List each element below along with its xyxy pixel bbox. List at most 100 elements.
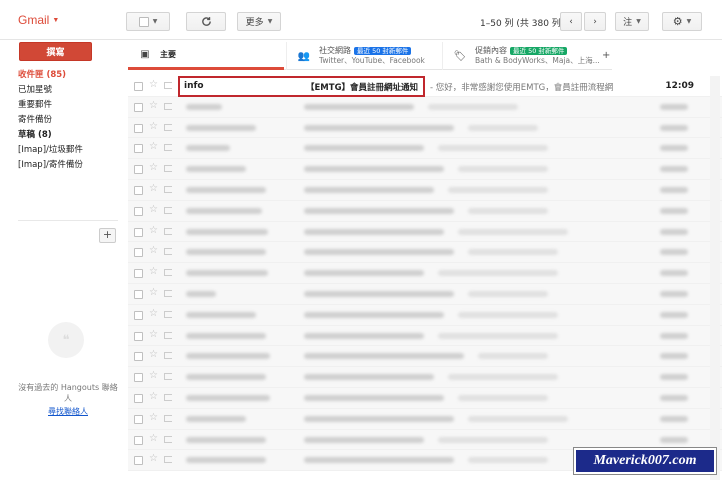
- email-checkbox[interactable]: [134, 165, 143, 175]
- star-icon[interactable]: ☆: [149, 204, 158, 215]
- star-icon[interactable]: ☆: [149, 391, 158, 402]
- compose-button[interactable]: 撰寫: [19, 42, 92, 61]
- blurred-sender: [186, 374, 266, 381]
- tab-promotions[interactable]: 🏷 促銷內容 最近 50 封新郵件 Bath & BodyWorks、Maja、上…: [442, 42, 602, 70]
- important-marker-icon[interactable]: [164, 102, 172, 110]
- email-checkbox[interactable]: [134, 185, 143, 195]
- star-icon[interactable]: ☆: [149, 162, 158, 173]
- newer-button[interactable]: ‹: [560, 12, 582, 31]
- email-row[interactable]: ☆: [128, 242, 722, 264]
- email-row[interactable]: ☆: [128, 367, 722, 388]
- star-icon[interactable]: ☆: [149, 100, 158, 111]
- star-icon[interactable]: ☆: [149, 141, 158, 152]
- add-hangout-button[interactable]: +: [99, 228, 116, 243]
- important-marker-icon[interactable]: [164, 414, 172, 422]
- important-marker-icon[interactable]: [164, 185, 172, 193]
- email-row[interactable]: ☆: [128, 283, 722, 305]
- email-checkbox[interactable]: [134, 373, 143, 383]
- email-checkbox[interactable]: [134, 123, 143, 133]
- email-checkbox[interactable]: [134, 456, 143, 466]
- email-row[interactable]: ☆: [128, 159, 722, 180]
- email-row[interactable]: ☆: [128, 325, 722, 347]
- star-icon[interactable]: ☆: [149, 183, 158, 194]
- find-contacts-link[interactable]: 尋找聯絡人: [18, 406, 118, 417]
- important-marker-icon[interactable]: [164, 310, 172, 318]
- important-marker-icon[interactable]: [164, 352, 172, 360]
- star-icon[interactable]: ☆: [149, 287, 158, 298]
- email-checkbox[interactable]: [134, 206, 143, 216]
- blurred-time: [660, 290, 688, 297]
- older-button[interactable]: ›: [584, 12, 606, 31]
- nav-starred[interactable]: 已加星號: [18, 83, 118, 98]
- star-icon[interactable]: ☆: [149, 266, 158, 277]
- tab-social[interactable]: 👥 社交網路 最近 50 封新郵件 Twitter、YouTube、Faceboo…: [286, 42, 440, 70]
- nav-important[interactable]: 重要郵件: [18, 98, 118, 113]
- email-row[interactable]: ☆: [128, 200, 722, 222]
- email-row[interactable]: ☆: [128, 387, 722, 409]
- email-row[interactable]: ☆: [128, 179, 722, 201]
- email-row[interactable]: ☆: [128, 304, 722, 326]
- important-marker-icon[interactable]: [164, 165, 172, 173]
- star-icon[interactable]: ☆: [149, 245, 158, 256]
- important-marker-icon[interactable]: [164, 144, 172, 152]
- input-tools-button[interactable]: 注 ▼: [615, 12, 649, 31]
- star-icon[interactable]: ☆: [149, 225, 158, 236]
- important-marker-icon[interactable]: [164, 206, 172, 214]
- nav-drafts[interactable]: 草稿 (8): [18, 128, 118, 143]
- important-marker-icon[interactable]: [164, 227, 172, 235]
- important-marker-icon[interactable]: [164, 393, 172, 401]
- email-row[interactable]: ☆: [128, 96, 722, 118]
- email-row[interactable]: ☆: [128, 221, 722, 243]
- nav-imap-sent[interactable]: [Imap]/寄件備份: [18, 158, 118, 173]
- email-checkbox[interactable]: [134, 102, 143, 112]
- input-tools-label: 注: [623, 18, 633, 28]
- gmail-menu[interactable]: Gmail ▼: [18, 13, 59, 27]
- email-checkbox[interactable]: [134, 435, 143, 445]
- settings-button[interactable]: ⚙ ▼: [662, 12, 702, 31]
- more-button[interactable]: 更多 ▼: [237, 12, 281, 31]
- add-tab-button[interactable]: +: [602, 50, 610, 61]
- select-all-button[interactable]: ▼: [126, 12, 170, 31]
- important-marker-icon[interactable]: [164, 269, 172, 277]
- nav-imap-spam[interactable]: [Imap]/垃圾郵件: [18, 143, 118, 158]
- blurred-snippet: [438, 436, 548, 443]
- email-checkbox[interactable]: [134, 144, 143, 154]
- refresh-button[interactable]: [186, 12, 226, 31]
- email-checkbox[interactable]: [134, 352, 143, 362]
- important-marker-icon[interactable]: [164, 123, 172, 131]
- nav-sent[interactable]: 寄件備份: [18, 113, 118, 128]
- email-row[interactable]: ☆: [128, 138, 722, 160]
- important-marker-icon[interactable]: [164, 248, 172, 256]
- important-marker-icon[interactable]: [164, 456, 172, 464]
- email-checkbox[interactable]: [134, 393, 143, 403]
- email-checkbox[interactable]: [134, 82, 143, 91]
- nav-inbox[interactable]: 收件匣 (85): [18, 68, 118, 83]
- star-icon[interactable]: ☆: [149, 79, 158, 90]
- tab-primary[interactable]: ▣ 主要: [128, 42, 284, 70]
- important-marker-icon[interactable]: [164, 331, 172, 339]
- star-icon[interactable]: ☆: [149, 412, 158, 423]
- email-row[interactable]: ☆: [128, 408, 722, 430]
- star-icon[interactable]: ☆: [149, 349, 158, 360]
- star-icon[interactable]: ☆: [149, 453, 158, 464]
- email-checkbox[interactable]: [134, 414, 143, 424]
- star-icon[interactable]: ☆: [149, 121, 158, 132]
- email-checkbox[interactable]: [134, 269, 143, 279]
- star-icon[interactable]: ☆: [149, 308, 158, 319]
- star-icon[interactable]: ☆: [149, 370, 158, 381]
- star-icon[interactable]: ☆: [149, 433, 158, 444]
- email-checkbox[interactable]: [134, 310, 143, 320]
- email-checkbox[interactable]: [134, 248, 143, 258]
- email-row[interactable]: ☆: [128, 346, 722, 368]
- important-marker-icon[interactable]: [164, 373, 172, 381]
- scrollbar[interactable]: [710, 76, 720, 480]
- important-marker-icon[interactable]: [164, 435, 172, 443]
- email-row[interactable]: ☆: [128, 263, 722, 284]
- important-marker-icon[interactable]: [164, 289, 172, 297]
- email-checkbox[interactable]: [134, 227, 143, 237]
- email-checkbox[interactable]: [134, 331, 143, 341]
- star-icon[interactable]: ☆: [149, 329, 158, 340]
- email-row[interactable]: ☆: [128, 117, 722, 139]
- email-checkbox[interactable]: [134, 289, 143, 299]
- important-marker-icon[interactable]: [164, 82, 172, 89]
